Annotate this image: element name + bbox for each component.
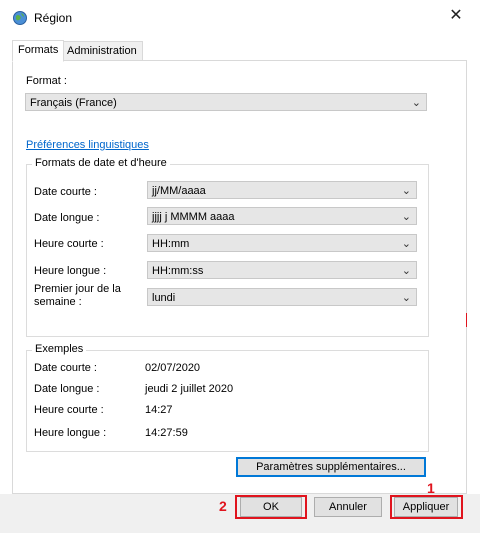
date-time-formats-legend: Formats de date et d'heure: [32, 157, 170, 169]
chevron-down-icon: ⌄: [401, 292, 411, 304]
long-time-select[interactable]: HH:mm:ss ⌄: [147, 261, 417, 279]
chevron-down-icon: ⌄: [411, 97, 421, 109]
window-title: Région: [34, 11, 73, 25]
long-date-value: jjjj j MMMM aaaa: [152, 211, 235, 223]
example-short-time-label: Heure courte :: [34, 404, 104, 416]
short-time-select[interactable]: HH:mm ⌄: [147, 234, 417, 252]
close-icon[interactable]: ✕: [446, 6, 466, 26]
example-short-date-label: Date courte :: [34, 362, 97, 374]
short-date-select[interactable]: jj/MM/aaaa ⌄: [147, 181, 417, 199]
format-value: Français (France): [30, 97, 117, 109]
apply-button[interactable]: Appliquer: [394, 497, 458, 517]
example-long-time-value: 14:27:59: [145, 427, 188, 439]
chevron-down-icon: ⌄: [401, 185, 411, 197]
tab-administration[interactable]: Administration: [61, 41, 143, 61]
short-time-value: HH:mm: [152, 238, 190, 250]
ok-button[interactable]: OK: [240, 497, 302, 517]
example-short-time-value: 14:27: [145, 404, 173, 416]
long-date-label: Date longue :: [34, 212, 100, 224]
first-day-select[interactable]: lundi ⌄: [147, 288, 417, 306]
short-time-label: Heure courte :: [34, 238, 104, 250]
tab-formats[interactable]: Formats: [12, 40, 65, 62]
region-globe-icon: [12, 10, 28, 26]
annotation-number-2: 2: [219, 498, 227, 514]
language-preferences-link[interactable]: Préférences linguistiques: [26, 139, 149, 151]
long-date-select[interactable]: jjjj j MMMM aaaa ⌄: [147, 207, 417, 225]
additional-settings-button[interactable]: Paramètres supplémentaires...: [236, 457, 426, 477]
chevron-down-icon: ⌄: [401, 211, 411, 223]
red-edge-mark: [466, 313, 470, 327]
first-day-value: lundi: [152, 292, 176, 304]
first-day-label-line1: Premier jour de la: [34, 283, 121, 295]
example-short-date-value: 02/07/2020: [145, 362, 201, 374]
example-long-time-label: Heure longue :: [34, 427, 107, 439]
chevron-down-icon: ⌄: [401, 265, 411, 277]
cancel-button[interactable]: Annuler: [314, 497, 382, 517]
first-day-label-line2: semaine :: [34, 296, 82, 308]
first-day-label: Premier jour de la semaine :: [34, 283, 121, 309]
format-label: Format :: [26, 75, 67, 87]
annotation-number-1: 1: [427, 480, 435, 496]
examples-legend: Exemples: [32, 343, 87, 355]
example-long-date-value: jeudi 2 juillet 2020: [145, 383, 234, 395]
short-date-value: jj/MM/aaaa: [152, 185, 206, 197]
format-select[interactable]: Français (France) ⌄: [25, 93, 427, 111]
short-date-label: Date courte :: [34, 186, 97, 198]
long-time-value: HH:mm:ss: [152, 265, 204, 277]
long-time-label: Heure longue :: [34, 265, 107, 277]
chevron-down-icon: ⌄: [401, 238, 411, 250]
example-long-date-label: Date longue :: [34, 383, 100, 395]
